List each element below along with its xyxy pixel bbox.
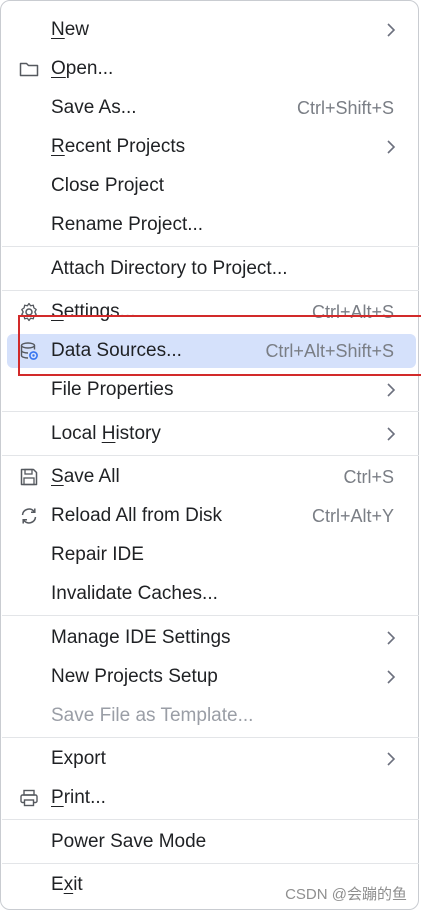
menu-item-reload-all[interactable]: Reload All from Disk Ctrl+Alt+Y (7, 499, 416, 533)
menu-item-open[interactable]: Open... (7, 52, 416, 86)
menu-item-new[interactable]: New (7, 13, 416, 47)
menu-item-label: File Properties (51, 379, 174, 400)
shortcut-label: Ctrl+Shift+S (296, 97, 394, 118)
menu-item-label: Data Sources... (51, 340, 182, 361)
menu-item-data-sources[interactable]: Data Sources... Ctrl+Alt+Shift+S (7, 334, 416, 368)
menu-item-label: Print... (51, 787, 106, 808)
menu-item-label: Repair IDE (51, 544, 144, 565)
separator (2, 290, 419, 291)
separator (2, 455, 419, 456)
menu-item-label: Invalidate Caches... (51, 583, 218, 604)
menu-item-manage-ide-settings[interactable]: Manage IDE Settings (7, 621, 416, 655)
menu-item-print[interactable]: Print... (7, 781, 416, 815)
separator (2, 411, 419, 412)
save-icon (20, 468, 38, 486)
chevron-right-icon (387, 140, 396, 154)
menu-item-attach-directory[interactable]: Attach Directory to Project... (7, 252, 416, 286)
chevron-right-icon (387, 427, 396, 441)
menu-item-label: Local History (51, 423, 161, 444)
menu-item-repair-ide[interactable]: Repair IDE (7, 538, 416, 572)
menu-item-new-projects-setup[interactable]: New Projects Setup (7, 660, 416, 694)
menu-item-label: Save File as Template... (51, 705, 254, 726)
menu-item-label: Export (51, 748, 106, 769)
menu-item-label: Open... (51, 58, 114, 79)
shortcut-label: Ctrl+S (343, 466, 394, 487)
watermark: CSDN @会蹦的鱼 (285, 886, 407, 903)
chevron-right-icon (387, 631, 396, 645)
printer-icon (20, 789, 38, 807)
shortcut-label: Ctrl+Alt+S (311, 301, 394, 322)
menu-item-save-as[interactable]: Save As... Ctrl+Shift+S (7, 91, 416, 125)
menu-item-label: Save As... (51, 97, 137, 118)
gear-icon (21, 302, 37, 322)
menu-item-label: New (51, 19, 90, 40)
menu-item-label: Power Save Mode (51, 831, 207, 852)
menu-item-local-history[interactable]: Local History (7, 417, 416, 451)
file-menu: New Open... Save As... Ctrl+Shift+S Rece… (0, 0, 419, 910)
menu-item-label: Manage IDE Settings (51, 627, 231, 648)
chevron-right-icon (387, 383, 396, 397)
separator (2, 246, 419, 247)
chevron-right-icon (387, 670, 396, 684)
menu-item-power-save-mode[interactable]: Power Save Mode (7, 825, 416, 859)
separator (2, 819, 419, 820)
menu-item-recent-projects[interactable]: Recent Projects (7, 130, 416, 164)
separator (2, 863, 419, 864)
separator (2, 615, 419, 616)
menu-item-label: Rename Project... (51, 214, 204, 235)
menu-item-invalidate-caches[interactable]: Invalidate Caches... (7, 577, 416, 611)
shortcut-label: Ctrl+Alt+Y (311, 505, 394, 526)
chevron-right-icon (387, 23, 396, 37)
menu-item-export[interactable]: Export (7, 742, 416, 776)
menu-item-label: Exit (51, 874, 83, 895)
menu-item-save-all[interactable]: Save All Ctrl+S (7, 460, 416, 494)
menu-item-save-file-as-template: Save File as Template... (7, 699, 416, 733)
menu-item-close-project[interactable]: Close Project (7, 169, 416, 203)
reload-icon (21, 508, 37, 524)
menu-item-rename-project[interactable]: Rename Project... (7, 208, 416, 242)
menu-item-label: Save All (51, 466, 120, 487)
menu-item-label: Attach Directory to Project... (51, 258, 288, 279)
menu-item-label: New Projects Setup (51, 666, 218, 687)
menu-item-label: Settings... (51, 301, 136, 322)
menu-item-label: Close Project (51, 175, 164, 196)
chevron-right-icon (387, 752, 396, 766)
database-icon (20, 342, 38, 360)
menu-item-file-properties[interactable]: File Properties (7, 373, 416, 407)
menu-item-label: Reload All from Disk (51, 505, 223, 526)
menu-item-label: Recent Projects (51, 136, 186, 157)
separator (2, 737, 419, 738)
menu-item-settings[interactable]: Settings... Ctrl+Alt+S (7, 295, 416, 329)
folder-icon (19, 62, 39, 77)
shortcut-label: Ctrl+Alt+Shift+S (265, 340, 394, 361)
